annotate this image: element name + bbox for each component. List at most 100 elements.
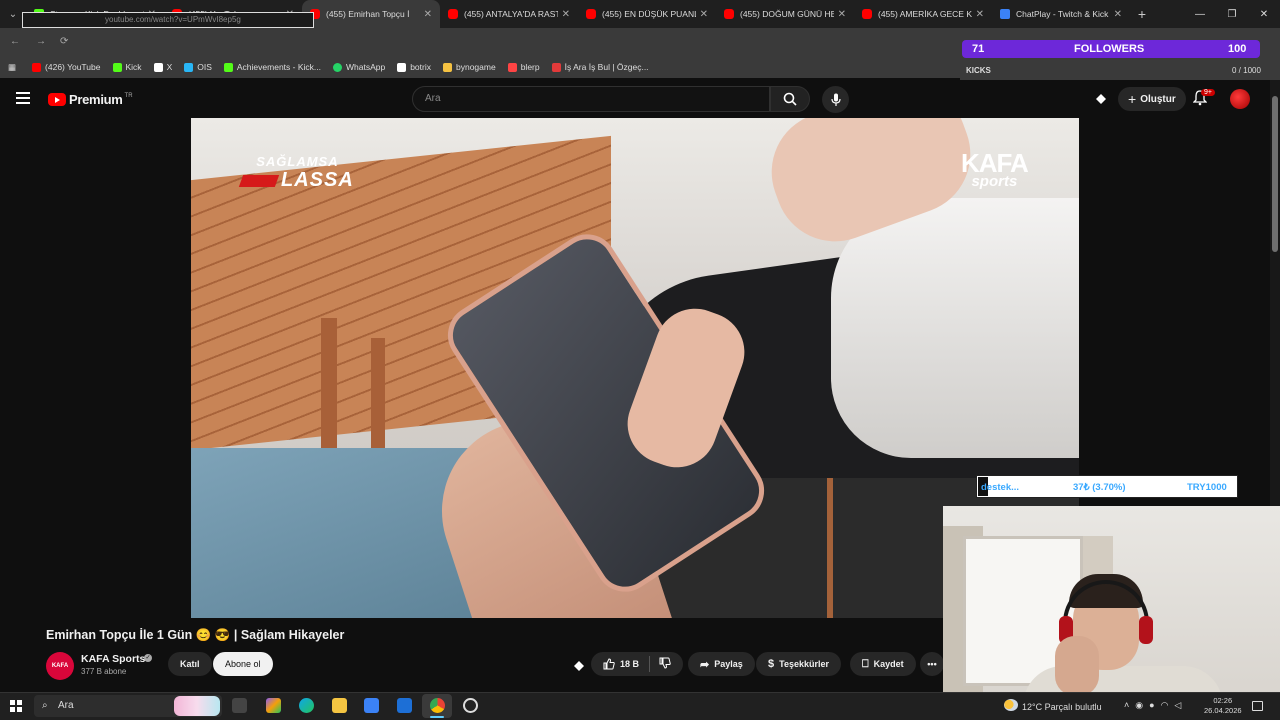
bookmark-item[interactable]: Kick: [112, 62, 142, 72]
browser-tab[interactable]: (455) ANTALYA'DA RASTG ✕: [440, 0, 578, 28]
search-icon: ⌕: [42, 700, 48, 711]
share-button[interactable]: ➦ Paylaş: [688, 652, 755, 676]
apps-icon[interactable]: ▦: [8, 62, 16, 73]
new-tab-button[interactable]: +: [1130, 6, 1154, 22]
bookmark-label: Achievements - Kick...: [236, 62, 321, 72]
bookmark-item[interactable]: (426) YouTube: [32, 62, 101, 72]
followers-count: 71: [972, 43, 985, 55]
kick-icon: [223, 62, 233, 72]
notification-center-icon[interactable]: [1252, 701, 1263, 711]
dislike-button[interactable]: [659, 657, 671, 671]
webcam-hand: [1055, 636, 1099, 696]
browser-tab-active[interactable]: (455) Emirhan Topçu İ ✕: [302, 0, 440, 28]
bookmark-label: WhatsApp: [345, 62, 386, 72]
bookmark-item[interactable]: botrix: [397, 62, 431, 72]
sponsor-icon[interactable]: [1094, 92, 1108, 111]
voice-search-button[interactable]: [822, 86, 849, 113]
edge-icon[interactable]: [299, 698, 314, 713]
minimize-icon[interactable]: —: [1184, 0, 1216, 28]
search-icon: [783, 92, 797, 106]
followers-goal-bar: 71 FOLLOWERS 100: [962, 40, 1260, 58]
scrollbar-thumb[interactable]: [1272, 96, 1278, 252]
donation-label: destek...: [981, 482, 1020, 493]
search-highlight-image: [174, 696, 220, 716]
browser-tab[interactable]: (455) DOĞUM GÜNÜ HEDİ ✕: [716, 0, 854, 28]
whatsapp-icon: [332, 62, 342, 72]
like-button[interactable]: 18 B: [603, 658, 639, 670]
sponsor-name: LASSA: [281, 169, 354, 191]
weather-text[interactable]: 12°C Parçalı bulutlu: [1022, 702, 1102, 712]
video-title: Emirhan Topçu İle 1 Gün 😊 😎 | Sağlam Hik…: [46, 628, 345, 642]
followers-goal: 100: [1228, 43, 1247, 55]
copilot-icon[interactable]: [266, 698, 281, 713]
store-icon[interactable]: [364, 698, 379, 713]
save-button[interactable]: ⎕ Kaydet: [850, 652, 916, 676]
tab-title: (455) Emirhan Topçu İ: [326, 9, 410, 19]
channel-name[interactable]: KAFA Sports: [81, 653, 145, 665]
video-frame-chair-leg: [827, 478, 833, 618]
account-avatar[interactable]: [1230, 89, 1250, 109]
window-controls: — ❐ ✕: [1184, 0, 1280, 28]
chatplay-icon: [1000, 9, 1010, 19]
tab-title: ChatPlay - Twitch & Kick: [1016, 9, 1109, 19]
bookmark-item[interactable]: Achievements - Kick...: [223, 62, 321, 72]
youtube-play-icon: [48, 93, 66, 106]
mail-icon[interactable]: [397, 698, 412, 713]
file-explorer-icon[interactable]: [332, 698, 347, 713]
windows-start-icon[interactable]: [10, 700, 22, 712]
sponsor-badge-icon[interactable]: [568, 654, 590, 678]
network-icon[interactable]: ◉: [1135, 700, 1149, 710]
clock-date: 26.04.2026: [1204, 706, 1242, 715]
address-input[interactable]: youtube.com/watch?v=UPmWvI8ep5g: [22, 12, 314, 28]
subscribe-button[interactable]: Abone ol: [213, 652, 273, 676]
forward-icon[interactable]: →: [36, 36, 46, 47]
bookmark-item[interactable]: bynogame: [443, 62, 496, 72]
browser-tab[interactable]: ChatPlay - Twitch & Kick ✕: [992, 0, 1130, 28]
obs-icon[interactable]: [463, 698, 478, 713]
donation-goal: TRY1000: [1187, 482, 1227, 493]
close-icon[interactable]: ✕: [424, 9, 432, 20]
bookmark-item[interactable]: OIS: [184, 62, 212, 72]
blerp-icon: [507, 62, 517, 72]
thanks-button[interactable]: $ Teşekkürler: [756, 652, 841, 676]
search-input[interactable]: Ara: [412, 86, 770, 112]
join-button[interactable]: Katıl: [168, 652, 212, 676]
search-button[interactable]: [770, 86, 810, 112]
ois-icon: [184, 62, 194, 72]
close-icon[interactable]: ✕: [1114, 9, 1122, 20]
volume-icon[interactable]: ◁: [1174, 700, 1187, 710]
menu-icon[interactable]: [16, 92, 30, 104]
more-icon: •••: [927, 659, 937, 669]
bookmark-item[interactable]: WhatsApp: [332, 62, 386, 72]
create-button[interactable]: + Oluştur: [1118, 87, 1186, 111]
bookmark-item[interactable]: X: [153, 62, 172, 72]
channel-avatar[interactable]: KAFA: [46, 652, 74, 680]
save-label: Kaydet: [873, 659, 904, 669]
maximize-icon[interactable]: ❐: [1216, 0, 1248, 28]
bookmark-label: botrix: [410, 62, 431, 72]
more-actions-button[interactable]: •••: [920, 652, 944, 676]
channel-watermark: KAFA sports: [961, 148, 1029, 190]
like-count: 18 B: [620, 659, 640, 669]
task-view-icon[interactable]: [232, 698, 247, 713]
youtube-icon: [32, 62, 42, 72]
system-clock[interactable]: 02:26 26.04.2026: [1204, 696, 1242, 716]
clock-time: 02:26: [1213, 696, 1233, 705]
microphone-icon[interactable]: ●: [1149, 700, 1160, 710]
bookmark-item[interactable]: blerp: [507, 62, 540, 72]
wifi-icon[interactable]: ◠: [1161, 700, 1175, 710]
system-tray[interactable]: ˄◉●◠◁: [1124, 700, 1187, 711]
reload-icon[interactable]: ⟳: [60, 36, 68, 47]
close-icon[interactable]: ✕: [700, 9, 708, 20]
browser-tab[interactable]: (455) EN DÜŞÜK PUANLI ✕: [578, 0, 716, 28]
chevron-up-icon[interactable]: ˄: [1124, 700, 1135, 710]
youtube-logo[interactable]: Premium TR: [48, 92, 133, 107]
close-icon[interactable]: ✕: [838, 9, 846, 20]
back-icon[interactable]: ←: [10, 36, 20, 47]
bookmark-item[interactable]: İş Ara İş Bul | Özgeç...: [551, 62, 649, 72]
close-icon[interactable]: ✕: [976, 9, 984, 20]
close-icon[interactable]: ✕: [562, 9, 570, 20]
webcam-overlay: [943, 506, 1280, 696]
close-window-icon[interactable]: ✕: [1248, 0, 1280, 28]
browser-tab[interactable]: (455) AMERİKA GECE KIYA ✕: [854, 0, 992, 28]
